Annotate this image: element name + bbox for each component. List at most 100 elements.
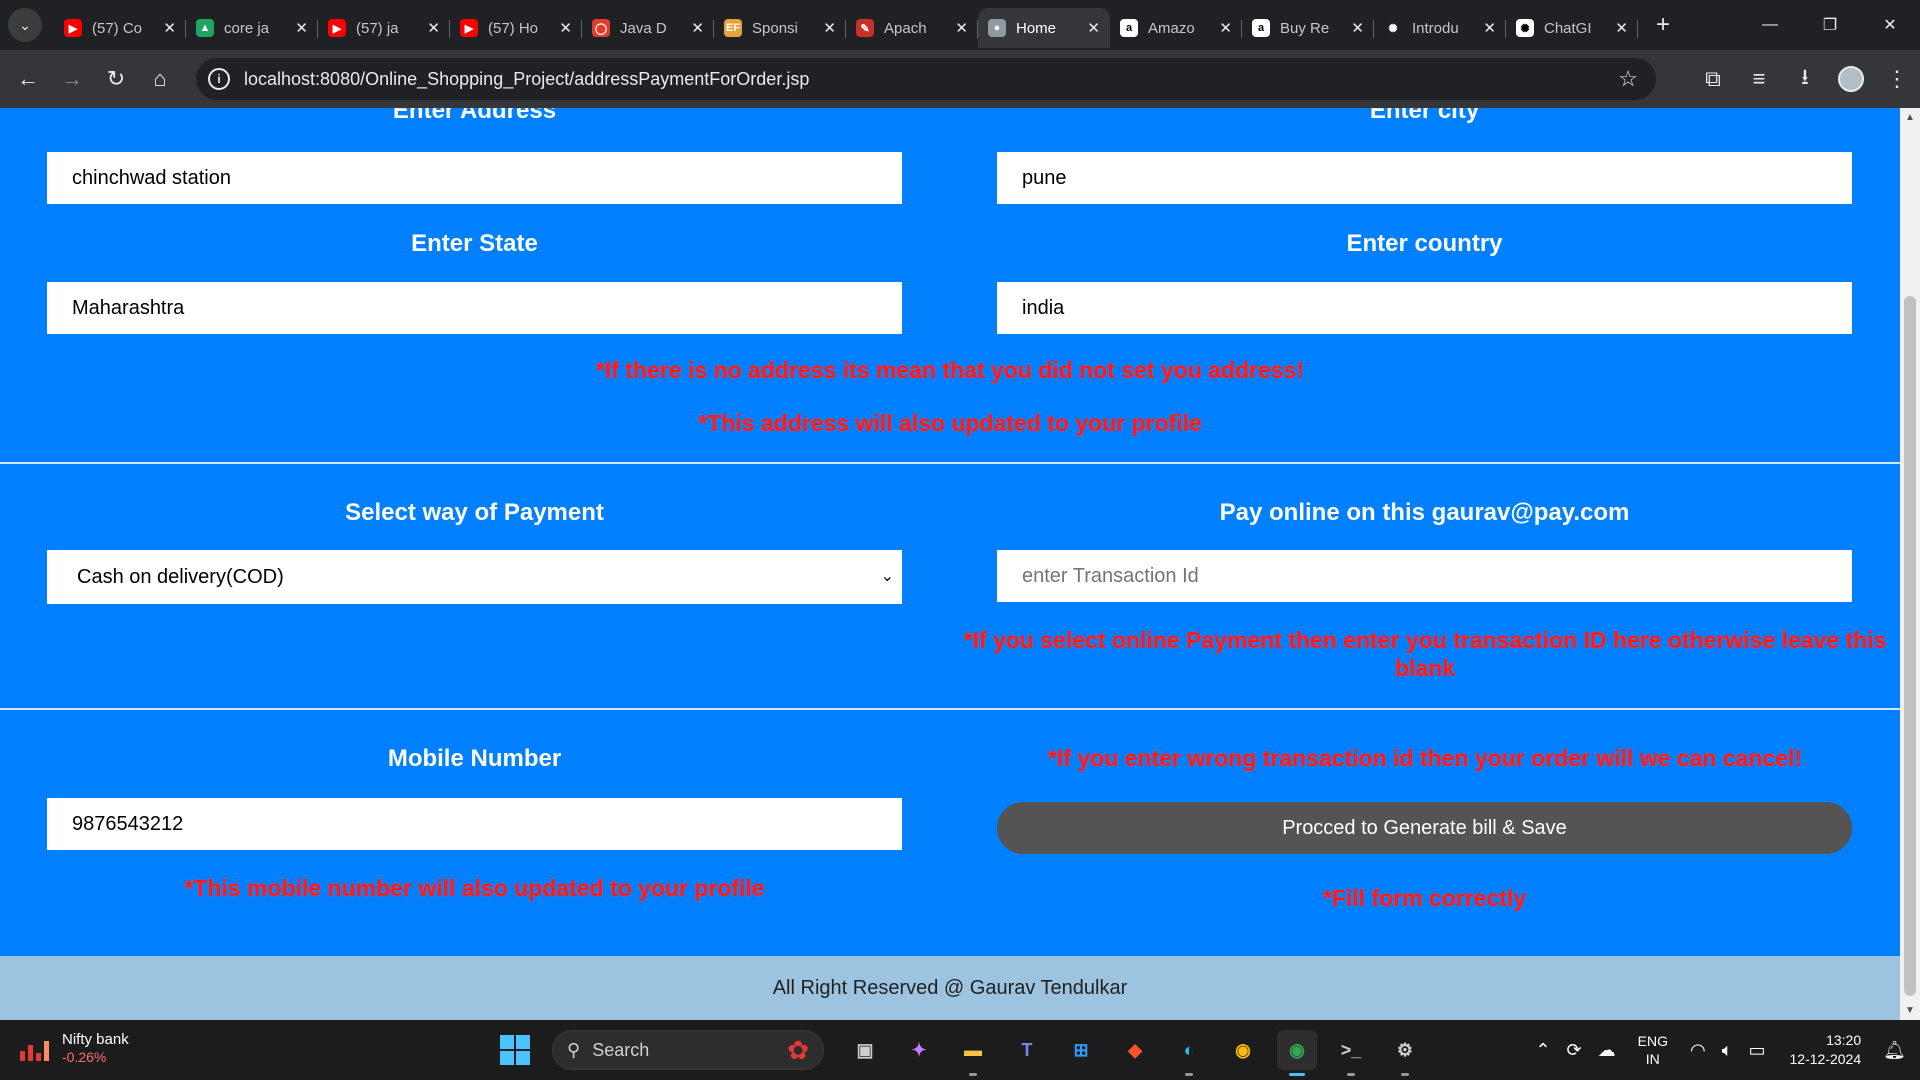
back-arrow-icon: ← bbox=[17, 66, 39, 91]
minimize-icon[interactable]: — bbox=[1740, 0, 1800, 50]
edge-browser-icon[interactable]: ◐ bbox=[1169, 1030, 1209, 1076]
page-scrollbar[interactable]: ▲ ▼ bbox=[1900, 108, 1920, 1020]
tab-title: Sponsi bbox=[752, 19, 798, 37]
clock[interactable]: 13:20 12-12-2024 bbox=[1790, 1031, 1862, 1069]
oracle-icon: ◯ bbox=[592, 19, 610, 37]
url-text[interactable]: localhost:8080/Online_Shopping_Project/a… bbox=[244, 69, 809, 90]
tab-title: Home bbox=[1016, 19, 1057, 37]
chrome-browser-icon[interactable]: ◉ bbox=[1223, 1030, 1263, 1070]
close-tab-icon[interactable]: ✕ bbox=[295, 19, 308, 37]
state-input[interactable]: Maharashtra bbox=[47, 282, 902, 334]
extensions-icon[interactable]: ⧉ bbox=[1690, 66, 1736, 92]
browser-tab[interactable]: ▶ (57) Ho ✕ bbox=[450, 8, 582, 48]
tab-search-button[interactable]: ⌄ bbox=[8, 8, 42, 42]
close-tab-icon[interactable]: ✕ bbox=[955, 19, 968, 37]
language-indicator[interactable]: ENG IN bbox=[1638, 1032, 1668, 1068]
browser-tab[interactable]: a Buy Re ✕ bbox=[1242, 8, 1374, 48]
tab-title: (57) Co bbox=[92, 19, 143, 37]
microsoft-store-icon[interactable]: ⊞ bbox=[1061, 1030, 1101, 1070]
back-button[interactable]: ← bbox=[6, 57, 50, 101]
teams-icon[interactable]: T bbox=[1007, 1030, 1047, 1070]
home-button[interactable]: ⌂ bbox=[138, 57, 182, 101]
close-tab-icon[interactable]: ✕ bbox=[559, 19, 572, 37]
browser-tab[interactable]: ✎ Apach ✕ bbox=[846, 8, 978, 48]
scrollbar-thumb[interactable] bbox=[1904, 296, 1916, 996]
amazon-icon: a bbox=[1252, 19, 1270, 37]
volume-icon[interactable]: 🔈︎ bbox=[1722, 1040, 1733, 1061]
close-tab-icon[interactable]: ✕ bbox=[691, 19, 704, 37]
close-window-icon[interactable]: ✕ bbox=[1860, 0, 1920, 50]
state-heading: Enter State bbox=[411, 230, 538, 257]
onedrive-cloud-icon[interactable]: ☁ bbox=[1598, 1040, 1616, 1061]
mobile-input[interactable]: 9876543212 bbox=[47, 798, 902, 850]
close-tab-icon[interactable]: ✕ bbox=[1351, 19, 1364, 37]
settings-gear-icon[interactable]: ⚙ bbox=[1385, 1030, 1425, 1076]
window-controls: — ❐ ✕ bbox=[1740, 0, 1920, 50]
scroll-up-arrow-icon[interactable]: ▲ bbox=[1900, 112, 1920, 123]
sync-icon[interactable]: ⟳ bbox=[1567, 1040, 1582, 1061]
terminal-icon[interactable]: >_ bbox=[1331, 1030, 1371, 1076]
wifi-icon[interactable]: ◠ bbox=[1690, 1040, 1706, 1061]
fill-form-note: *Fill form correctly bbox=[1322, 885, 1527, 911]
forward-button[interactable]: → bbox=[50, 57, 94, 101]
country-input[interactable]: india bbox=[997, 282, 1852, 334]
task-view-icon[interactable]: ▣ bbox=[845, 1030, 885, 1070]
close-tab-icon[interactable]: ✕ bbox=[1087, 19, 1100, 37]
scroll-down-arrow-icon[interactable]: ▼ bbox=[1900, 1005, 1920, 1016]
restore-icon[interactable]: ❐ bbox=[1800, 0, 1860, 50]
address-heading: Enter Address bbox=[392, 108, 557, 124]
browser-tab[interactable]: ● Home ✕ bbox=[978, 8, 1110, 48]
sponsor-icon: EF bbox=[724, 19, 742, 37]
browser-tab[interactable]: ◯ Java D ✕ bbox=[582, 8, 714, 48]
close-tab-icon[interactable]: ✕ bbox=[1219, 19, 1232, 37]
downloads-icon[interactable]: ⭳ bbox=[1782, 60, 1828, 98]
address-bar[interactable]: i localhost:8080/Online_Shopping_Project… bbox=[196, 58, 1656, 100]
youtube-icon: ▶ bbox=[64, 19, 82, 37]
amazon-icon: a bbox=[1120, 19, 1138, 37]
tab-title: ChatGI bbox=[1544, 19, 1592, 37]
brave-browser-icon[interactable]: ◆ bbox=[1115, 1030, 1155, 1070]
close-tab-icon[interactable]: ✕ bbox=[163, 19, 176, 37]
close-tab-icon[interactable]: ✕ bbox=[1483, 19, 1496, 37]
notification-bell-icon[interactable]: 🔔︎ bbox=[1883, 1040, 1906, 1061]
battery-icon[interactable]: ▭ bbox=[1749, 1040, 1766, 1061]
browser-tab[interactable]: ▲ core ja ✕ bbox=[186, 8, 318, 48]
taskbar-search[interactable]: ⚲ Search ✿ bbox=[552, 1030, 824, 1070]
payment-method-select[interactable]: Cash on delivery(COD) ⌄ bbox=[47, 550, 902, 604]
forward-arrow-icon: → bbox=[61, 66, 83, 91]
transaction-id-input[interactable]: enter Transaction Id bbox=[997, 550, 1852, 602]
close-tab-icon[interactable]: ✕ bbox=[427, 19, 440, 37]
city-heading: Enter city bbox=[1369, 108, 1480, 124]
close-tab-icon[interactable]: ✕ bbox=[1615, 19, 1628, 37]
city-input[interactable]: pune bbox=[997, 152, 1852, 204]
stock-chart-icon bbox=[20, 1033, 50, 1063]
browser-tab[interactable]: ✺ Introdu ✕ bbox=[1374, 8, 1506, 48]
widget-value: -0.26% bbox=[62, 1049, 107, 1065]
menu-kebab-icon[interactable]: ⋮ bbox=[1874, 66, 1920, 92]
reload-button[interactable]: ↻ bbox=[94, 57, 138, 101]
address-input[interactable]: chinchwad station bbox=[47, 152, 902, 204]
market-widget[interactable]: Nifty bank -0.26% bbox=[20, 1030, 129, 1065]
bookmark-star-icon[interactable]: ☆ bbox=[1618, 66, 1638, 92]
browser-tab[interactable]: a Amazo ✕ bbox=[1110, 8, 1242, 48]
media-controls-icon[interactable]: ≡ bbox=[1736, 66, 1782, 92]
close-tab-icon[interactable]: ✕ bbox=[823, 19, 836, 37]
poinsettia-icon: ✿ bbox=[787, 1034, 809, 1065]
youtube-icon: ▶ bbox=[460, 19, 478, 37]
browser-tab[interactable]: ▶ (57) ja ✕ bbox=[318, 8, 450, 48]
browser-tab[interactable]: ✺ ChatGI ✕ bbox=[1506, 8, 1638, 48]
new-tab-button[interactable]: + bbox=[1648, 11, 1678, 39]
file-explorer-icon[interactable]: ▬ bbox=[953, 1030, 993, 1076]
copilot-icon[interactable]: ✦ bbox=[899, 1030, 939, 1070]
profile-avatar[interactable] bbox=[1838, 66, 1864, 92]
site-info-icon[interactable]: i bbox=[208, 68, 230, 90]
chevron-up-icon[interactable]: ⌃ bbox=[1535, 1040, 1550, 1061]
browser-tab[interactable]: EF Sponsi ✕ bbox=[714, 8, 846, 48]
generate-bill-button[interactable]: Procced to Generate bill & Save bbox=[997, 802, 1852, 854]
wrong-transaction-warning: *If you enter wrong transaction id then … bbox=[1047, 745, 1803, 771]
address-profile-note: *This address will also updated to your … bbox=[698, 410, 1202, 436]
search-icon: ⚲ bbox=[567, 1039, 581, 1060]
windows-start-icon[interactable] bbox=[500, 1035, 530, 1065]
chrome-profile-browser-icon[interactable]: ◉ bbox=[1277, 1030, 1317, 1076]
browser-tab[interactable]: ▶ (57) Co ✕ bbox=[54, 8, 186, 48]
